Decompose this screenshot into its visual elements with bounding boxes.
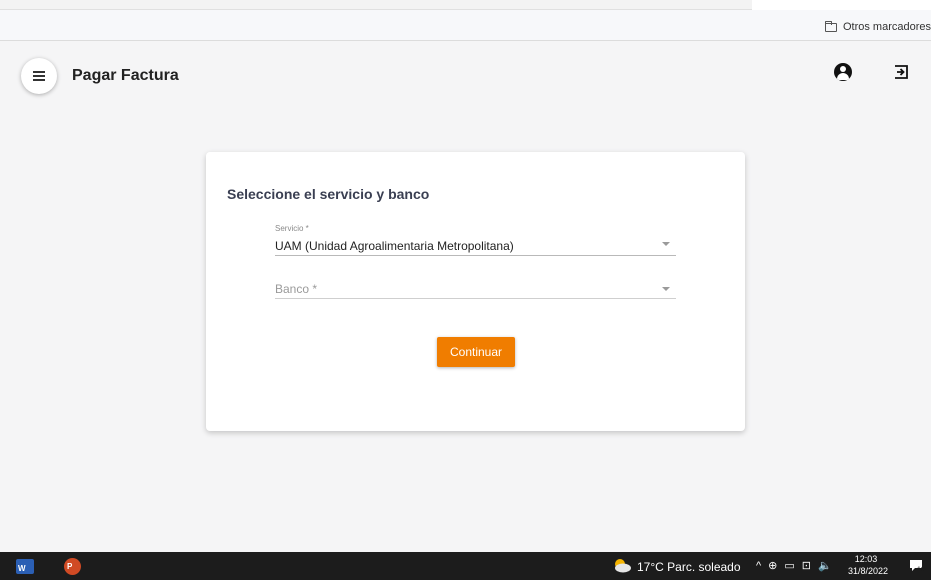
account-circle-icon[interactable] — [834, 63, 852, 81]
continue-button[interactable]: Continuar — [437, 337, 515, 367]
system-tray: ^ ⊕ ▭ ⊡ 🔈 — [756, 559, 832, 573]
taskbar-clock[interactable]: 12:03 31/8/2022 — [848, 554, 889, 576]
bookmarks-bar: Otros marcadores — [0, 10, 931, 41]
battery-icon[interactable]: ▭ — [784, 559, 794, 572]
dropdown-arrow-icon — [662, 287, 670, 291]
partly-sunny-icon[interactable] — [612, 558, 632, 573]
word-app-icon[interactable]: W — [16, 559, 34, 574]
notification-count: 10 — [917, 567, 924, 573]
tray-chevron-icon[interactable]: ^ — [756, 560, 761, 572]
tab-strip-clipped — [0, 0, 752, 10]
servicio-label: Servicio * — [275, 224, 309, 233]
folder-icon — [824, 20, 837, 32]
banco-select[interactable]: Banco * — [275, 277, 676, 299]
meet-now-icon[interactable]: ⊕ — [768, 559, 777, 572]
clock-date: 31/8/2022 — [848, 566, 889, 576]
volume-icon[interactable]: 🔈 — [818, 559, 832, 572]
servicio-value: UAM (Unidad Agroalimentaria Metropolitan… — [275, 239, 514, 253]
banco-placeholder: Banco * — [275, 282, 318, 296]
card-title: Seleccione el servicio y banco — [227, 186, 430, 202]
browser-tab-strip — [0, 0, 931, 10]
network-icon[interactable]: ⊡ — [802, 559, 811, 572]
select-service-card: Seleccione el servicio y banco Servicio … — [206, 152, 745, 431]
logout-icon[interactable] — [893, 64, 909, 80]
notification-center-icon[interactable]: 10 — [909, 559, 924, 572]
servicio-select[interactable]: Servicio * UAM (Unidad Agroalimentaria M… — [275, 224, 676, 256]
menu-button[interactable] — [21, 58, 57, 94]
page-title: Pagar Factura — [72, 67, 179, 84]
weather-text[interactable]: 17°C Parc. soleado — [637, 560, 741, 574]
bookmark-folder-otros[interactable]: Otros marcadores — [824, 20, 931, 33]
clock-time: 12:03 — [854, 554, 878, 564]
powerpoint-app-icon[interactable]: P — [64, 558, 81, 575]
app-main: Pagar Factura Seleccione el servicio y b… — [0, 41, 931, 552]
dropdown-arrow-icon — [662, 242, 670, 246]
windows-taskbar: W P 17°C Parc. soleado ^ ⊕ ▭ ⊡ 🔈 12:03 3… — [0, 552, 931, 580]
bookmark-folder-label: Otros marcadores — [842, 21, 931, 33]
menu-icon — [33, 71, 45, 81]
